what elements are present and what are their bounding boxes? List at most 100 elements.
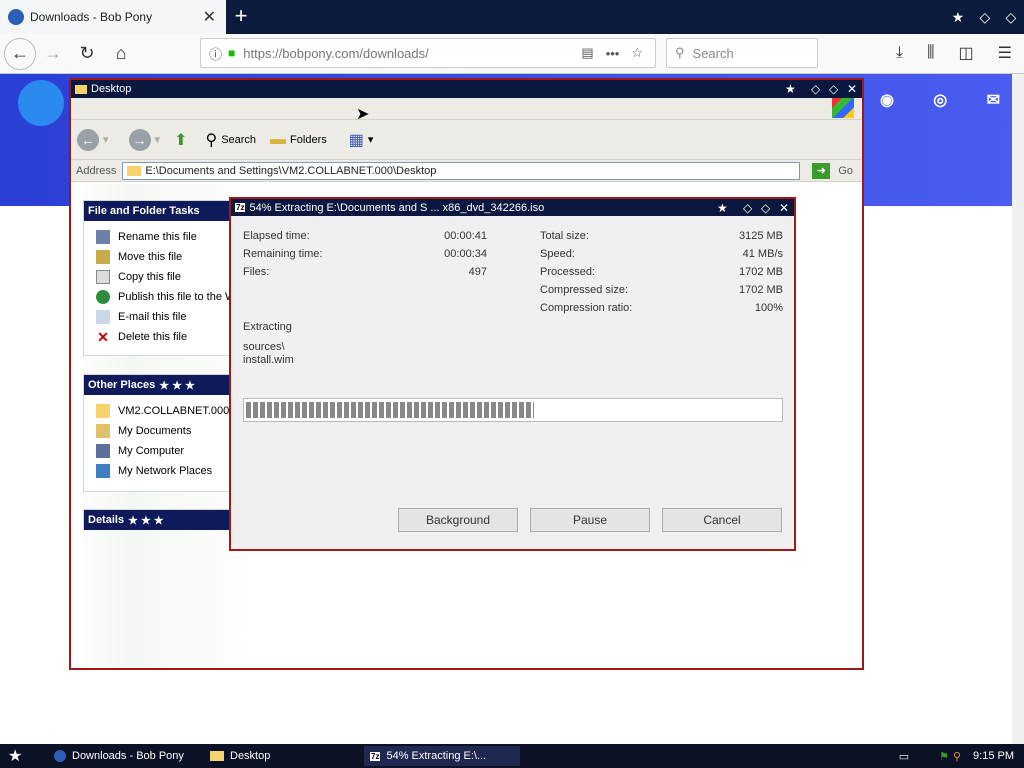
info-icon[interactable]: ⓘ bbox=[209, 44, 222, 63]
minimize-button[interactable]: ◇ bbox=[743, 199, 752, 216]
minimize-button[interactable]: ◇ bbox=[979, 9, 990, 26]
menu-icon[interactable]: ☰ bbox=[998, 43, 1012, 63]
go-button[interactable]: ➜ Go bbox=[812, 162, 853, 179]
discord-icon[interactable]: ◉ bbox=[880, 90, 894, 110]
taskbar: ★ Downloads - Bob Pony Desktop 7z 54% Ext… bbox=[0, 744, 1024, 768]
copy-icon bbox=[96, 270, 110, 284]
toolbar-right: ⤓ ⫼ ◫ ☰ bbox=[884, 38, 1024, 68]
home-button[interactable]: ⌂ bbox=[104, 37, 138, 71]
up-folder-button[interactable]: ⬆ bbox=[174, 130, 191, 150]
address-field[interactable]: E:\Documents and Settings\VM2.COLLABNET.… bbox=[122, 161, 801, 180]
place-my-computer[interactable]: My Computer bbox=[84, 441, 242, 461]
button-label: Background bbox=[425, 513, 491, 527]
task-copy[interactable]: Copy this file bbox=[84, 267, 242, 287]
bookmark-star-icon[interactable]: ☆ bbox=[631, 45, 643, 61]
file-folder-tasks-pane: File and Folder Tasks Rename this file M… bbox=[83, 200, 243, 356]
dialog-title-bar[interactable]: 7z 54% Extracting E:\Documents and S ...… bbox=[231, 199, 794, 216]
search-label: Search bbox=[221, 133, 257, 146]
search-input[interactable]: ⚲ Search bbox=[666, 38, 818, 68]
current-file: install.wim bbox=[243, 354, 294, 366]
task-browser[interactable]: Downloads - Bob Pony bbox=[48, 746, 198, 766]
pane-header[interactable]: Details ★★★ bbox=[84, 510, 242, 530]
task-desktop[interactable]: Desktop bbox=[204, 746, 354, 766]
other-places-pane: Other Places ★★★ VM2.COLLABNET.000 My Doc… bbox=[83, 374, 243, 492]
pane-header[interactable]: Other Places ★★★ bbox=[84, 375, 242, 395]
elapsed-time-label: Elapsed time: bbox=[243, 230, 310, 242]
task-rename[interactable]: Rename this file bbox=[84, 227, 242, 247]
dialog-title: 54% Extracting E:\Documents and S ... x8… bbox=[249, 201, 545, 214]
folders-button[interactable]: ▬ Folders bbox=[270, 131, 327, 149]
close-button[interactable]: ✕ bbox=[847, 80, 857, 98]
stars-decoration: ★★★ bbox=[159, 379, 198, 392]
place-label: My Network Places bbox=[118, 465, 213, 477]
go-arrow-icon: ➜ bbox=[812, 162, 831, 179]
7zip-icon: 7z bbox=[370, 751, 381, 761]
back-button[interactable]: ← bbox=[77, 128, 99, 151]
search-icon: ⚲ bbox=[205, 131, 218, 149]
back-button[interactable]: ← bbox=[4, 37, 36, 70]
7zip-icon: 7z bbox=[235, 203, 246, 212]
email-icon[interactable]: ✉ bbox=[987, 90, 1000, 110]
explorer-title-bar[interactable]: Desktop ★ ◇ ◇ ✕ bbox=[71, 80, 862, 98]
back-dropdown[interactable]: ▾ bbox=[103, 133, 109, 146]
close-button[interactable]: ✕ bbox=[779, 199, 789, 216]
download-icon[interactable]: ⤓ bbox=[896, 44, 903, 62]
views-button[interactable]: ▦ ▾ bbox=[349, 130, 374, 150]
github-icon[interactable]: ◎ bbox=[933, 90, 947, 110]
folder-icon bbox=[96, 404, 110, 418]
progress-fill bbox=[246, 402, 534, 418]
network-tray-icon[interactable]: ⚑ bbox=[939, 750, 949, 763]
new-tab-button[interactable]: + bbox=[232, 4, 250, 28]
rename-icon bbox=[96, 230, 110, 244]
forward-button[interactable]: → bbox=[128, 128, 151, 151]
maximize-button[interactable]: ◇ bbox=[829, 80, 838, 98]
forward-button[interactable]: → bbox=[36, 37, 70, 71]
search-tray-icon[interactable]: ⚲ bbox=[953, 750, 961, 763]
task-label: 54% Extracting E:\... bbox=[386, 750, 487, 762]
compression-ratio-label: Compression ratio: bbox=[540, 302, 633, 314]
place-my-documents[interactable]: My Documents bbox=[84, 421, 242, 441]
sidebar-icon[interactable]: ◫ bbox=[958, 43, 973, 63]
pane-title: Other Places bbox=[88, 379, 156, 391]
task-publish[interactable]: Publish this file to the W bbox=[84, 287, 242, 307]
place-user-folder[interactable]: VM2.COLLABNET.000 bbox=[84, 401, 242, 421]
my-documents-icon bbox=[96, 424, 110, 438]
task-email[interactable]: E-mail this file bbox=[84, 307, 242, 327]
reload-button[interactable]: ↻ bbox=[70, 37, 104, 71]
reader-view-icon[interactable]: ▤ bbox=[581, 45, 593, 61]
library-icon[interactable]: ⫼ bbox=[927, 44, 934, 62]
maximize-button[interactable]: ◇ bbox=[761, 199, 770, 216]
remaining-time-value: 00:00:34 bbox=[444, 248, 487, 260]
email-icon bbox=[96, 310, 110, 324]
details-pane: Details ★★★ bbox=[83, 509, 243, 530]
task-extracting[interactable]: 7z 54% Extracting E:\... bbox=[364, 746, 520, 766]
place-my-network[interactable]: My Network Places bbox=[84, 461, 242, 481]
site-logo bbox=[18, 80, 64, 126]
explorer-toolbar: ← ▾ → ▾ ⬆ ⚲ Search ▬ Folders ▦ ▾ bbox=[71, 120, 862, 160]
tasks-list: Rename this file Move this file Copy thi… bbox=[84, 221, 242, 347]
browser-icon bbox=[54, 750, 66, 762]
processed-value: 1702 MB bbox=[738, 266, 783, 278]
total-size-value: 3125 MB bbox=[738, 230, 783, 242]
minimize-button[interactable]: ◇ bbox=[811, 80, 820, 98]
task-label: Copy this file bbox=[118, 271, 181, 283]
pane-header[interactable]: File and Folder Tasks bbox=[84, 201, 242, 221]
forward-dropdown[interactable]: ▾ bbox=[155, 133, 161, 146]
search-button[interactable]: ⚲ Search bbox=[205, 130, 256, 150]
keyboard-icon[interactable]: ▭ bbox=[899, 750, 909, 763]
start-button[interactable]: ★ bbox=[8, 746, 22, 766]
browser-tab[interactable]: Downloads - Bob Pony ✕ bbox=[0, 0, 226, 34]
task-label: Downloads - Bob Pony bbox=[72, 750, 184, 762]
cancel-button[interactable]: Cancel bbox=[662, 508, 782, 532]
close-window-button[interactable]: ◇ bbox=[1006, 9, 1017, 26]
url-bar[interactable]: ⓘ ■ https://bobpony.com/downloads/ ▤ •••… bbox=[200, 38, 656, 68]
task-label: Publish this file to the W bbox=[118, 291, 236, 303]
background-button[interactable]: Background bbox=[398, 508, 518, 532]
clock: 9:15 PM bbox=[973, 750, 1014, 762]
page-actions-icon[interactable]: ••• bbox=[606, 46, 620, 61]
task-delete[interactable]: ✕ Delete this file bbox=[84, 327, 242, 347]
pause-button[interactable]: Pause bbox=[530, 508, 650, 532]
close-tab-icon[interactable]: ✕ bbox=[203, 7, 216, 27]
task-move[interactable]: Move this file bbox=[84, 247, 242, 267]
page-scrollbar[interactable] bbox=[1012, 74, 1024, 744]
